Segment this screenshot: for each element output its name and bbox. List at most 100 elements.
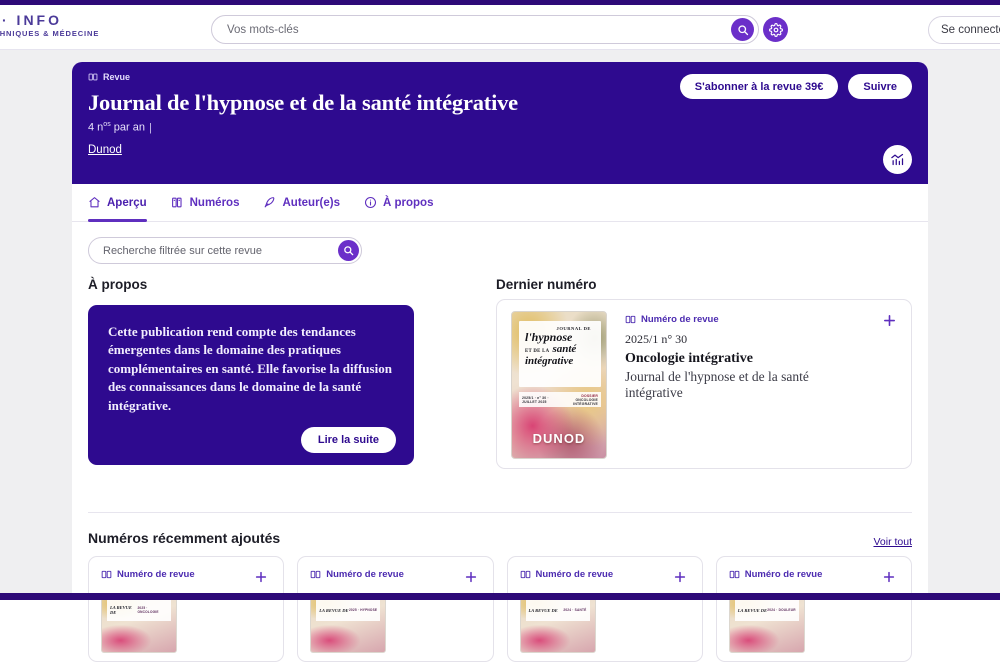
recent-issues-section-title: Numéros récemment ajoutés: [88, 530, 280, 546]
tab-numeros-label: Numéros: [190, 197, 240, 209]
recent-issue-kicker: Numéro de revue: [729, 569, 899, 580]
bottom-accent-bar: [0, 593, 1000, 600]
cover-line2: santé: [552, 344, 576, 355]
journal-filter-search-button[interactable]: [338, 240, 359, 261]
cover-small-text: ET DE LA: [525, 349, 549, 354]
cover-issue-strip: 2025/1 · n° 30 · JUILLET 2025 DOSSIER ON…: [519, 392, 601, 407]
login-button[interactable]: Se connecter: [928, 16, 1000, 44]
recent-issue-card[interactable]: Numéro de revue LA REVUE DE 2025 · ONCOL…: [88, 556, 284, 662]
see-all-link[interactable]: Voir tout: [873, 536, 912, 548]
site-logo[interactable]: N · INFO TECHNIQUES & MÉDECINE: [0, 13, 99, 39]
tab-a-propos[interactable]: À propos: [364, 184, 433, 222]
gear-icon: [769, 23, 783, 37]
add-recent-issue-button[interactable]: [461, 567, 481, 587]
journal-publisher-link[interactable]: Dunod: [88, 144, 122, 156]
plus-icon: [882, 570, 896, 584]
recent-issue-kicker-label: Numéro de revue: [326, 569, 404, 580]
cover-issue-line: 2025/1 · n° 30 · JUILLET 2025: [522, 396, 562, 404]
plus-icon: [464, 570, 478, 584]
latest-issue-number: 2025/1 n° 30: [625, 332, 869, 347]
latest-issue-kicker-label: Numéro de revue: [641, 314, 719, 325]
recent-issue-kicker-label: Numéro de revue: [117, 569, 195, 580]
add-recent-issue-button[interactable]: [879, 567, 899, 587]
tab-auteurs[interactable]: Auteur(e)s: [263, 184, 340, 222]
search-icon: [737, 24, 749, 36]
tab-numeros[interactable]: Numéros: [171, 184, 240, 222]
recent-cover-title-block: LA REVUE DE 2025 · HYPNOSE: [316, 599, 380, 621]
read-more-button[interactable]: Lire la suite: [301, 427, 396, 453]
recent-cover-title: LA REVUE DE: [110, 605, 137, 615]
about-card: Cette publication rend compte des tendan…: [88, 305, 414, 465]
recent-issue-kicker: Numéro de revue: [101, 569, 271, 580]
recent-issue-kicker: Numéro de revue: [310, 569, 480, 580]
site-logo-primary: N · INFO: [0, 13, 99, 28]
frequency-count: 4 n: [88, 122, 103, 134]
latest-issue-info: Numéro de revue 2025/1 n° 30 Oncologie i…: [625, 314, 869, 401]
recent-issues-row: Numéro de revue LA REVUE DE 2025 · ONCOL…: [88, 556, 912, 662]
recent-cover-title-block: LA REVUE DE 2025 · ONCOLOGIE: [107, 599, 171, 621]
frequency-separator: |: [149, 122, 152, 134]
journal-type-label: Revue: [103, 72, 130, 82]
recent-cover-subtitle: 2025 · HYPNOSE: [349, 608, 377, 612]
recent-cover-title: LA REVUE DE: [529, 608, 558, 613]
recent-cover-title-block: LA REVUE DE 2024 · SANTÉ: [526, 599, 590, 621]
recent-cover-subtitle: 2024 · DOULEUR: [767, 608, 795, 612]
cover-publisher-logo: DUNOD: [512, 431, 606, 446]
journal-icon: [88, 72, 98, 82]
global-search-button[interactable]: [731, 18, 754, 41]
journal-hero-banner: Revue Journal de l'hypnose et de la sant…: [72, 62, 928, 184]
journal-title: Journal de l'hypnose et de la santé inté…: [88, 90, 518, 116]
search-icon: [343, 245, 354, 256]
frequency-superscript: os: [103, 121, 110, 128]
recent-issue-kicker: Numéro de revue: [520, 569, 690, 580]
latest-issue-card[interactable]: JOURNAL DE l'hypnose ET DE LA santé inté…: [496, 299, 912, 469]
cover-line1: l'hypnose: [525, 331, 595, 343]
cover-line3: intégrative: [525, 356, 595, 367]
recent-cover-subtitle: 2025 · ONCOLOGIE: [137, 606, 168, 614]
subscribe-button[interactable]: S'abonner à la revue 39€: [680, 74, 839, 99]
journal-frequency: 4 nos par an|: [88, 121, 152, 134]
global-header: N · INFO TECHNIQUES & MÉDECINE Se connec…: [0, 5, 1000, 50]
global-search: [211, 15, 759, 44]
journal-icon: [310, 569, 321, 580]
add-recent-issue-button[interactable]: [251, 567, 271, 587]
cover-dossier-title: ONCOLOGIE INTÉGRATIVE: [562, 398, 598, 406]
plus-icon: [673, 570, 687, 584]
chart-icon: [890, 152, 905, 167]
recent-issue-card[interactable]: Numéro de revue LA REVUE DE 2024 · DOULE…: [716, 556, 912, 662]
recent-issue-cover: LA REVUE DE 2025 · ONCOLOGIE: [101, 593, 177, 653]
plus-icon: [882, 313, 897, 328]
recent-cover-title-block: LA REVUE DE 2024 · DOULEUR: [735, 599, 799, 621]
books-icon: [171, 196, 184, 209]
recent-cover-title: LA REVUE DE: [738, 608, 767, 613]
recent-cover-subtitle: 2024 · SANTÉ: [563, 608, 586, 612]
journal-stats-button[interactable]: [883, 145, 912, 174]
tab-apercu[interactable]: Aperçu: [88, 184, 147, 222]
site-logo-tagline: TECHNIQUES & MÉDECINE: [0, 30, 99, 38]
info-icon: [364, 196, 377, 209]
plus-icon: [254, 570, 268, 584]
recent-issue-card[interactable]: Numéro de revue LA REVUE DE 2024 · SANTÉ: [507, 556, 703, 662]
latest-issue-journal: Journal de l'hypnose et de la santé inté…: [625, 369, 869, 401]
recent-issue-cover: LA REVUE DE 2024 · DOULEUR: [729, 593, 805, 653]
journal-filter-search-input[interactable]: [88, 237, 362, 264]
global-search-input[interactable]: [211, 15, 759, 44]
follow-button[interactable]: Suivre: [848, 74, 912, 99]
issue-cover-image: JOURNAL DE l'hypnose ET DE LA santé inté…: [511, 311, 607, 459]
cover-title-block: JOURNAL DE l'hypnose ET DE LA santé inté…: [519, 321, 601, 387]
about-description: Cette publication rend compte des tendan…: [108, 323, 394, 415]
recent-issue-kicker-label: Numéro de revue: [745, 569, 823, 580]
journal-icon: [625, 314, 636, 325]
journal-icon: [729, 569, 740, 580]
about-section-title: À propos: [88, 277, 147, 292]
section-divider: [88, 512, 912, 513]
cover-dossier-block: DOSSIER ONCOLOGIE INTÉGRATIVE: [562, 394, 598, 406]
latest-issue-title: Oncologie intégrative: [625, 351, 869, 367]
journal-page-panel: Revue Journal de l'hypnose et de la sant…: [72, 62, 928, 600]
settings-button[interactable]: [763, 17, 788, 42]
add-recent-issue-button[interactable]: [670, 567, 690, 587]
add-latest-issue-button[interactable]: [879, 310, 899, 330]
journal-filter-search: [88, 237, 362, 264]
recent-issue-cover: LA REVUE DE 2024 · SANTÉ: [520, 593, 596, 653]
recent-issue-card[interactable]: Numéro de revue LA REVUE DE 2025 · HYPNO…: [297, 556, 493, 662]
